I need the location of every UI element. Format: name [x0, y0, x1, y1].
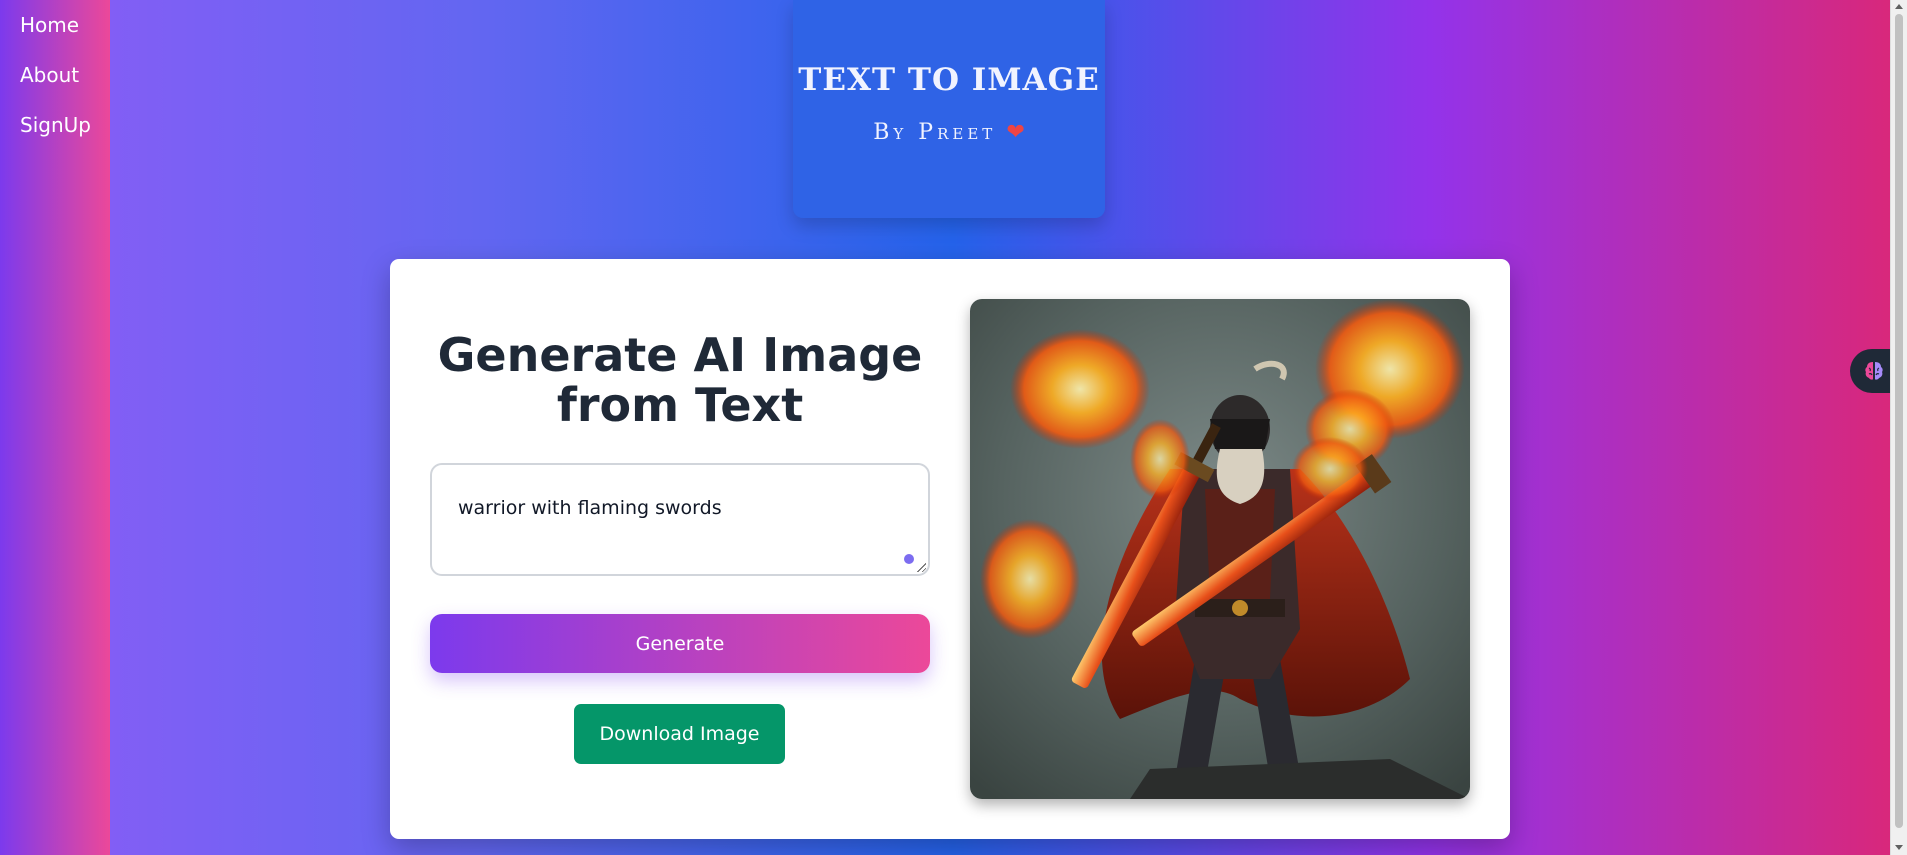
brain-icon — [1865, 362, 1883, 380]
page-heading: Generate AI Image from Text — [430, 330, 930, 430]
generate-button[interactable]: Generate — [430, 614, 930, 673]
page-scrollbar[interactable] — [1890, 0, 1907, 855]
download-image-button[interactable]: Download Image — [574, 704, 785, 764]
prompt-textarea[interactable]: warrior with flaming swords — [430, 463, 930, 576]
scrollbar-thumb[interactable] — [1895, 14, 1903, 828]
generate-button-label: Generate — [635, 632, 725, 655]
heading-line-1: Generate AI Image — [437, 328, 923, 382]
nav-signup-link[interactable]: SignUp — [20, 113, 91, 137]
download-button-label: Download Image — [599, 723, 760, 745]
header-author: By Preet — [873, 120, 997, 145]
header-title: TEXT TO IMAGE — [798, 62, 1100, 98]
generated-image — [970, 299, 1470, 799]
resize-handle-icon[interactable] — [916, 562, 926, 572]
nav-about-link[interactable]: About — [20, 63, 79, 87]
header-subtitle: By Preet ❤ — [793, 120, 1105, 145]
heading-line-2: from Text — [556, 378, 804, 432]
grammar-dot-icon[interactable] — [904, 554, 914, 564]
scroll-up-arrow-icon[interactable] — [1895, 4, 1903, 9]
nav-home-link[interactable]: Home — [20, 13, 79, 37]
scroll-down-arrow-icon[interactable] — [1895, 845, 1903, 850]
header-card: TEXT TO IMAGE By Preet ❤ — [793, 0, 1105, 218]
sidebar-nav: Home About SignUp — [0, 0, 110, 855]
warrior-illustration — [970, 299, 1470, 799]
heart-icon: ❤ — [1006, 120, 1025, 145]
prompt-value: warrior with flaming swords — [458, 497, 722, 519]
